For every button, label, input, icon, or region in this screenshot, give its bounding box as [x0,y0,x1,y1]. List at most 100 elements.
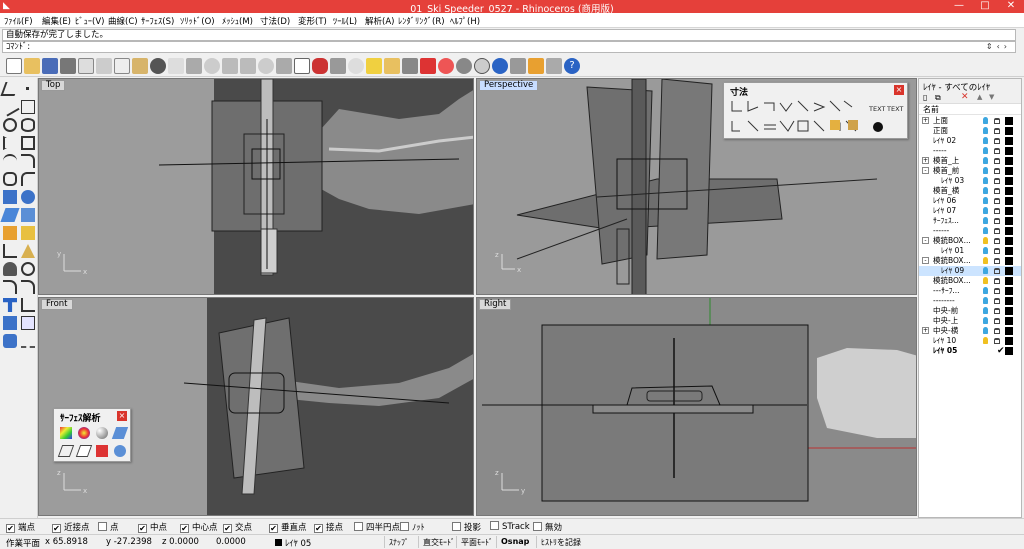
options-icon[interactable] [528,58,544,74]
layer-row[interactable]: ﾚｲﾔ 10 [919,336,1021,346]
layer-lock-icon[interactable] [994,288,1000,294]
layer-color-icon[interactable] [1005,137,1013,145]
osnap-option[interactable]: ✔ 中点 [138,521,167,533]
layer-lock-icon[interactable] [994,118,1000,124]
layer-name[interactable]: ------ [933,226,949,236]
curvature-analysis-icon[interactable] [60,427,72,439]
minimize-icon[interactable]: — [946,0,972,13]
select-arrow-icon[interactable] [0,82,20,96]
layer-visibility-icon[interactable] [983,287,988,294]
viewport-tab-top[interactable]: Top [41,80,66,91]
cut-icon[interactable] [96,58,112,74]
layer-color-icon[interactable] [1005,157,1013,165]
layer-lock-icon[interactable] [994,338,1000,344]
point-icon[interactable] [21,82,35,96]
wire-sphere-icon[interactable] [474,58,490,74]
new-file-icon[interactable] [6,58,22,74]
collapse-icon[interactable]: - [922,237,929,244]
layer-visibility-icon[interactable] [983,127,988,134]
layer-color-icon[interactable] [1005,207,1013,215]
layer-lock-icon[interactable] [994,258,1000,264]
layer-row[interactable]: ------ [919,226,1021,236]
undo-icon[interactable] [150,58,166,74]
layer-row[interactable]: - 模首_前 [919,166,1021,176]
scale-icon[interactable] [21,316,35,330]
layer-icon[interactable] [420,58,436,74]
layer-color-icon[interactable] [1005,327,1013,335]
menu-file[interactable]: ﾌｧｲﾙ(F) [4,15,33,27]
menu-surface[interactable]: ｻｰﾌｪｽ(S) [141,15,174,27]
layer-lock-icon[interactable] [994,218,1000,224]
viewport-top[interactable]: Top x y [38,78,474,295]
explode-icon[interactable] [21,262,35,276]
osnap-option[interactable]: ✔ 端点 [6,521,35,533]
layer-row[interactable]: + 上面 [919,116,1021,126]
layer-visibility-icon[interactable] [983,197,988,204]
new-sublayer-icon[interactable]: ⧉ [935,93,941,103]
move-up-icon[interactable]: ▲ [977,93,982,101]
four-viewports-icon[interactable] [294,58,310,74]
layer-lock-icon[interactable] [994,298,1000,304]
checkbox-checked-icon[interactable]: ✔ [138,524,147,533]
layer-color-icon[interactable] [1005,217,1013,225]
layer-color-icon[interactable] [1005,197,1013,205]
osnap-option[interactable]: ✔ 垂直点 [269,521,307,533]
planar-surface-icon[interactable] [0,208,20,222]
checkbox-unchecked-icon[interactable] [400,522,409,531]
properties-icon[interactable] [510,58,526,74]
rectangle-icon[interactable] [21,136,35,150]
collapse-icon[interactable]: - [922,167,929,174]
layer-visibility-icon[interactable] [983,277,988,284]
layer-name[interactable]: 模首_上 [933,156,959,166]
layer-row[interactable]: ﾚｲﾔ 06 [919,196,1021,206]
layer-visibility-icon[interactable] [983,337,988,344]
collapse-icon[interactable]: - [922,257,929,264]
help-icon[interactable]: ? [564,58,580,74]
layer-row[interactable]: + 中央-横 [919,326,1021,336]
checkbox-checked-icon[interactable]: ✔ [314,524,323,533]
viewport-front[interactable]: Front x z [38,297,474,516]
mesh-check-icon[interactable] [114,445,126,457]
layer-color-icon[interactable] [1005,117,1013,125]
color-wheel-icon[interactable] [438,58,454,74]
curve-points-icon[interactable] [21,100,35,114]
menu-tools[interactable]: ﾂｰﾙ(L) [333,15,357,27]
boolean-difference-icon[interactable] [21,226,35,240]
layer-row[interactable]: + 模首_上 [919,156,1021,166]
close-icon[interactable]: ✕ [998,0,1024,13]
layer-name[interactable]: ｻｰﾌｪｽ... [933,216,959,226]
menu-transform[interactable]: 変形(T) [298,15,327,27]
boolean-union-icon[interactable] [3,226,17,240]
zoom-all-icon[interactable] [276,58,292,74]
environment-map-icon[interactable] [96,427,108,439]
layer-lock-icon[interactable] [994,158,1000,164]
layer-row[interactable]: 中央-上 [919,316,1021,326]
rotate-view-icon[interactable] [186,58,202,74]
osnap-toggle[interactable]: Osnap [496,536,533,548]
layer-visibility-icon[interactable] [983,187,988,194]
layer-lock-icon[interactable] [994,148,1000,154]
zoom-icon[interactable] [204,58,220,74]
layer-row[interactable]: ---ｻｰﾌ... [919,286,1021,296]
zoom-window-icon[interactable] [222,58,238,74]
layer-row[interactable]: - 模銃BOX... [919,256,1021,266]
layer-name[interactable]: ﾚｲﾔ 03 [941,176,964,186]
layer-color-icon[interactable] [1005,297,1013,305]
open-file-icon[interactable] [24,58,40,74]
osnap-option[interactable]: ﾉｯﾄ [400,521,425,533]
layer-lock-icon[interactable] [994,268,1000,274]
layer-lock-icon[interactable] [994,228,1000,234]
viewport-tab-right[interactable]: Right [479,299,512,310]
polygon-icon[interactable] [3,136,17,150]
shaded-sphere-icon[interactable] [456,58,472,74]
layer-name[interactable]: 模銃BOX... [933,256,971,266]
save-icon[interactable] [42,58,58,74]
layer-visibility-icon[interactable] [983,267,988,274]
layer-color-icon[interactable] [1005,127,1013,135]
osnap-option[interactable]: ✔ 接点 [314,521,343,533]
viewport-tab-perspective[interactable]: Perspective [479,80,539,91]
layer-row[interactable]: ｻｰﾌｪｽ... [919,216,1021,226]
fillet-curve-icon[interactable] [21,154,35,168]
layer-visibility-icon[interactable] [983,227,988,234]
osnap-option[interactable]: 四半円点 [354,521,400,533]
